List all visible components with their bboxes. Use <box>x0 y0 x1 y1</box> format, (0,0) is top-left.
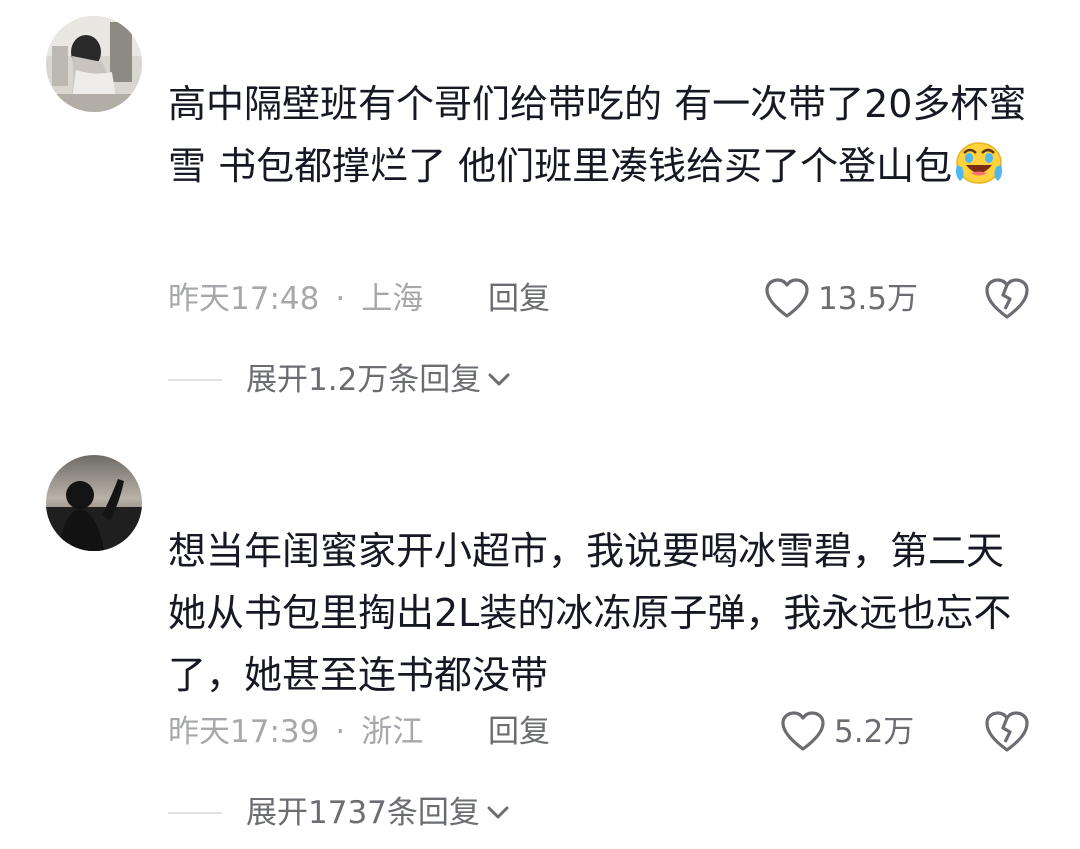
meta-separator: · <box>335 281 346 317</box>
dislike-button[interactable] <box>984 710 1030 754</box>
dislike-button[interactable] <box>984 277 1030 321</box>
broken-heart-icon <box>985 278 1029 319</box>
comment-time: 昨天17:39 <box>168 714 320 750</box>
expand-replies-label: 展开1.2万条回复 <box>246 362 482 398</box>
heart-outline-icon <box>765 278 809 318</box>
comment-location: 浙江 <box>361 714 424 750</box>
expand-replies-button[interactable]: 展开1737条回复 <box>168 793 512 833</box>
like-count: 13.5万 <box>818 281 919 317</box>
avatar-image <box>46 455 142 551</box>
reply-button[interactable]: 回复 <box>488 712 550 752</box>
avatar-image <box>46 16 142 112</box>
comment-location: 上海 <box>361 281 424 317</box>
divider-line <box>168 379 222 381</box>
expand-replies-button[interactable]: 展开1.2万条回复 <box>168 360 513 400</box>
avatar[interactable] <box>46 16 142 112</box>
comment-text: 高中隔壁班有个哥们给带吃的 有一次带了20多杯蜜雪 书包都撑烂了 他们班里凑钱给… <box>168 73 1028 197</box>
comment-time: 昨天17:48 <box>168 281 320 317</box>
laugh-cry-emoji-icon <box>956 142 1003 184</box>
comment-body: 高中隔壁班有个哥们给带吃的 有一次带了20多杯蜜雪 书包都撑烂了 他们班里凑钱给… <box>168 82 1027 188</box>
chevron-down-icon <box>488 373 510 386</box>
broken-heart-icon <box>985 711 1029 752</box>
heart-outline-icon <box>781 711 825 751</box>
meta-separator: · <box>335 714 346 750</box>
like-button[interactable]: 13.5万 <box>764 277 918 321</box>
divider-line <box>168 812 222 814</box>
comment-item: 想当年闺蜜家开小超市，我说要喝冰雪碧，第二天她从书包里掏出2L装的冰冻原子弹，我… <box>0 420 1080 849</box>
expand-replies-label: 展开1737条回复 <box>246 795 480 831</box>
like-count: 5.2万 <box>834 714 915 750</box>
reply-button[interactable]: 回复 <box>488 279 550 319</box>
avatar[interactable] <box>46 455 142 551</box>
comment-body: 想当年闺蜜家开小超市，我说要喝冰雪碧，第二天她从书包里掏出2L装的冰冻原子弹，我… <box>168 529 1012 697</box>
comment-meta: 昨天17:48 · 上海 <box>168 279 423 319</box>
comment-text: 想当年闺蜜家开小超市，我说要喝冰雪碧，第二天她从书包里掏出2L装的冰冻原子弹，我… <box>168 520 1028 706</box>
chevron-down-icon <box>487 806 509 819</box>
comment-meta: 昨天17:39 · 浙江 <box>168 712 423 752</box>
like-button[interactable]: 5.2万 <box>780 710 914 754</box>
comment-item: 高中隔壁班有个哥们给带吃的 有一次带了20多杯蜜雪 书包都撑烂了 他们班里凑钱给… <box>0 0 1080 420</box>
